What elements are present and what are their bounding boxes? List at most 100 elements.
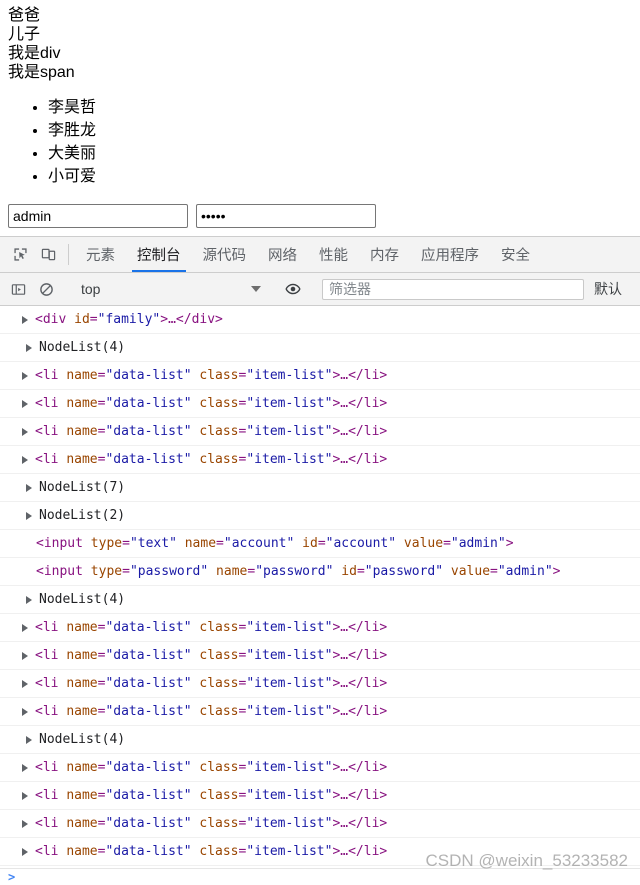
tab-memory[interactable]: 内存 [359, 237, 410, 272]
tab-performance[interactable]: 性能 [308, 237, 359, 272]
expand-triangle-icon[interactable] [22, 763, 28, 772]
account-input[interactable] [8, 204, 188, 228]
value-token: "item-list" [246, 620, 333, 635]
tab-sources[interactable]: 源代码 [192, 237, 258, 272]
tag-token: li [363, 424, 380, 439]
ellipsis-token: … [340, 368, 349, 383]
console-message-row[interactable]: <li name="data-list" class="item-list">…… [0, 418, 640, 446]
punctuation-token: = [317, 536, 326, 551]
console-message-row[interactable]: NodeList(7) [0, 474, 640, 502]
punctuation-token: = [443, 536, 451, 551]
expand-triangle-icon[interactable] [26, 735, 32, 744]
attribute-token: class [199, 368, 239, 383]
tag-token: li [42, 676, 59, 691]
console-message-row[interactable]: <li name="data-list" class="item-list">…… [0, 754, 640, 782]
expand-triangle-icon[interactable] [26, 511, 32, 520]
expand-triangle-icon[interactable] [26, 483, 32, 492]
console-message-row[interactable]: <li name="data-list" class="item-list">…… [0, 362, 640, 390]
tab-console[interactable]: 控制台 [126, 237, 192, 272]
console-message-row[interactable]: <li name="data-list" class="item-list">…… [0, 446, 640, 474]
clear-console-icon[interactable] [32, 282, 60, 297]
attribute-token: name [66, 704, 98, 719]
punctuation-token: </ [348, 788, 364, 803]
expand-triangle-icon[interactable] [22, 399, 28, 408]
expand-triangle-icon[interactable] [22, 455, 28, 464]
live-expression-eye-icon[interactable] [279, 281, 307, 297]
value-token: "password" [129, 564, 209, 579]
value-token: "data-list" [105, 424, 192, 439]
expand-triangle-icon[interactable] [26, 343, 32, 352]
tab-elements[interactable]: 元素 [75, 237, 126, 272]
value-token: "admin" [450, 536, 506, 551]
log-level-select[interactable]: 默认 [594, 279, 622, 299]
value-token: "password" [255, 564, 334, 579]
console-message-row[interactable]: NodeList(4) [0, 334, 640, 362]
console-message-row[interactable]: NodeList(2) [0, 502, 640, 530]
console-message-row[interactable]: <li name="data-list" class="item-list">…… [0, 670, 640, 698]
page-text-line: 我是span [8, 64, 75, 81]
attribute-token: class [199, 396, 239, 411]
attribute-token: class [199, 760, 239, 775]
device-toolbar-icon[interactable] [34, 237, 62, 272]
expand-triangle-icon[interactable] [22, 791, 28, 800]
execution-context-select[interactable]: top [73, 278, 266, 300]
tag-token: li [42, 844, 59, 859]
console-message-row[interactable]: <li name="data-list" class="item-list">…… [0, 390, 640, 418]
console-prompt[interactable]: > [0, 868, 640, 885]
console-message-row[interactable]: <li name="data-list" class="item-list">…… [0, 782, 640, 810]
attribute-token: name [66, 396, 98, 411]
tag-token: input [43, 564, 83, 579]
punctuation-token: = [356, 564, 365, 579]
ellipsis-token: … [340, 396, 349, 411]
punctuation-token: = [122, 536, 130, 551]
console-message-row[interactable]: <li name="data-list" class="item-list">…… [0, 698, 640, 726]
console-message-list[interactable]: <div id="family">…</div> NodeList(4) <li n… [0, 306, 640, 868]
value-token: "item-list" [246, 704, 333, 719]
attribute-token: id [74, 312, 90, 327]
expand-triangle-icon[interactable] [22, 847, 28, 856]
console-message-row[interactable]: <li name="data-list" class="item-list">…… [0, 810, 640, 838]
expand-triangle-icon[interactable] [22, 315, 28, 324]
expand-triangle-icon[interactable] [22, 819, 28, 828]
tab-security[interactable]: 安全 [490, 237, 541, 272]
console-message-row[interactable]: NodeList(4) [0, 726, 640, 754]
punctuation-token: > [215, 312, 223, 327]
expand-triangle-icon[interactable] [22, 707, 28, 716]
punctuation-token: = [490, 564, 498, 579]
tag-token: li [363, 648, 380, 663]
attribute-token: name [66, 424, 98, 439]
expand-triangle-icon[interactable] [22, 427, 28, 436]
expand-triangle-icon[interactable] [26, 595, 32, 604]
console-sidebar-icon[interactable] [4, 282, 32, 297]
console-message-row[interactable]: <li name="data-list" class="item-list">…… [0, 614, 640, 642]
punctuation-token: </ [348, 844, 364, 859]
value-token: "item-list" [246, 816, 333, 831]
attribute-token: class [199, 424, 239, 439]
expand-triangle-icon[interactable] [22, 651, 28, 660]
punctuation-token: </ [348, 368, 364, 383]
console-message-row[interactable]: <input type="password" name="password" i… [0, 558, 640, 586]
devtools-tabbar: 元素 控制台 源代码 网络 性能 内存 应用程序 安全 [0, 237, 640, 273]
punctuation-token: > [552, 564, 561, 579]
attribute-token: class [199, 648, 239, 663]
console-message-row[interactable]: NodeList(4) [0, 586, 640, 614]
inspect-element-icon[interactable] [6, 237, 34, 272]
console-message-row[interactable]: <li name="data-list" class="item-list">…… [0, 838, 640, 866]
tag-token: li [363, 620, 380, 635]
expand-triangle-icon[interactable] [22, 679, 28, 688]
tab-network[interactable]: 网络 [257, 237, 308, 272]
expand-triangle-icon[interactable] [22, 371, 28, 380]
console-message-row[interactable]: <input type="text" name="account" id="ac… [0, 530, 640, 558]
tab-label: 源代码 [202, 248, 247, 264]
tab-application[interactable]: 应用程序 [410, 237, 490, 272]
toolbar-divider [68, 244, 69, 265]
password-input[interactable] [196, 204, 376, 228]
console-message-row[interactable]: <li name="data-list" class="item-list">…… [0, 642, 640, 670]
console-message-row[interactable]: <div id="family">…</div> [0, 306, 640, 334]
value-token: "data-list" [105, 368, 192, 383]
console-filter-input[interactable] [322, 278, 584, 300]
tag-token: div [42, 312, 67, 327]
tag-token: li [42, 452, 59, 467]
expand-triangle-icon[interactable] [22, 623, 28, 632]
